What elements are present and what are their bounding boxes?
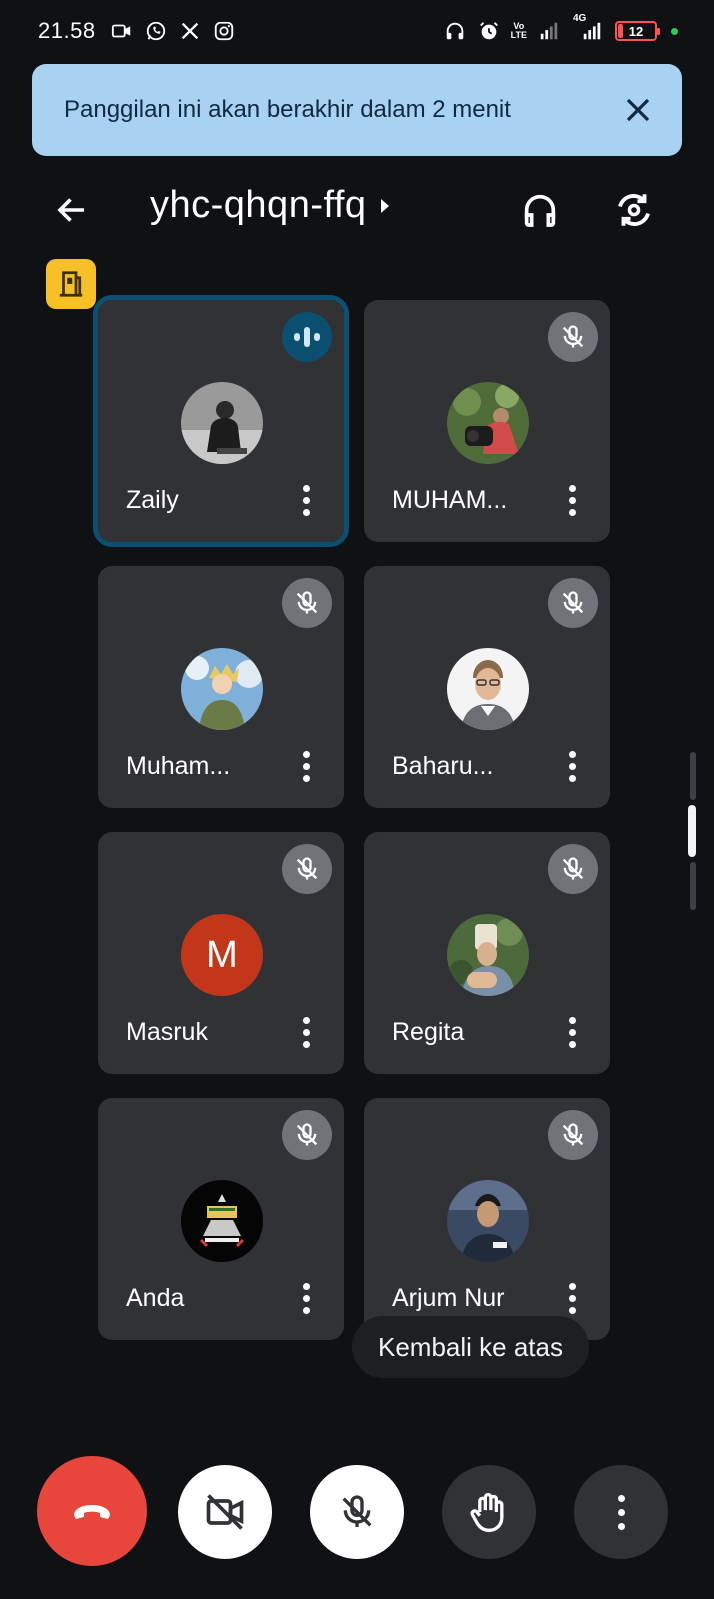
audio-output-button[interactable] <box>516 186 564 234</box>
scroll-track-lower <box>690 862 696 910</box>
participant-tile[interactable]: MUHAM... <box>364 300 610 542</box>
participant-more-button[interactable] <box>290 480 322 520</box>
headphones-icon <box>524 194 556 227</box>
participant-tile[interactable]: Arjum Nur <box>364 1098 610 1340</box>
mic-off-icon <box>282 578 332 628</box>
participant-tile[interactable]: Anda <box>98 1098 344 1340</box>
x-icon <box>178 19 202 43</box>
alarm-icon <box>477 19 501 43</box>
switch-camera-icon <box>618 194 650 226</box>
avatar <box>447 1180 529 1262</box>
scroll-track-upper <box>690 752 696 800</box>
participant-name: Muham... <box>126 752 231 780</box>
participant-more-button[interactable] <box>556 1012 588 1052</box>
avatar <box>181 382 263 464</box>
participant-more-button[interactable] <box>556 480 588 520</box>
avatar-initial: M <box>181 914 263 996</box>
mic-toggle-button[interactable] <box>310 1465 404 1559</box>
participant-name: Regita <box>392 1018 465 1046</box>
avatar <box>447 382 529 464</box>
volte-bottom: LTE <box>510 30 527 40</box>
mic-off-icon <box>548 312 598 362</box>
more-vert-icon <box>617 1494 625 1502</box>
participant-name: Masruk <box>126 1018 208 1046</box>
mic-off-icon <box>342 1495 372 1527</box>
door-icon <box>59 271 83 297</box>
participant-more-button[interactable] <box>290 1012 322 1052</box>
arrow-left-icon <box>57 198 84 222</box>
banner-close-button[interactable] <box>616 88 660 132</box>
end-call-button[interactable] <box>37 1456 147 1566</box>
back-button[interactable] <box>50 188 94 232</box>
call-controls <box>0 1456 714 1568</box>
avatar <box>181 1180 263 1262</box>
participant-more-button[interactable] <box>290 746 322 786</box>
speaking-indicator-icon <box>282 312 332 362</box>
close-icon <box>626 98 650 122</box>
avatar <box>447 648 529 730</box>
more-options-button[interactable] <box>574 1465 668 1559</box>
participant-tile[interactable]: Zaily <box>93 295 349 547</box>
participant-tile[interactable]: Muham... <box>98 566 344 808</box>
call-header: yhc-qhqn-ffq <box>0 170 714 250</box>
headphones-icon <box>443 19 467 43</box>
mic-off-icon <box>548 578 598 628</box>
battery-icon: 12 <box>615 21 660 41</box>
mic-off-icon <box>282 844 332 894</box>
banner-text: Panggilan ini akan berakhir dalam 2 meni… <box>64 96 511 123</box>
chevron-right-icon <box>380 198 389 213</box>
participant-more-button[interactable] <box>556 746 588 786</box>
participant-name: MUHAM... <box>392 486 508 514</box>
signal-icon <box>537 19 561 43</box>
signal-4g-icon: 4G <box>571 13 605 43</box>
call-ending-banner: Panggilan ini akan berakhir dalam 2 meni… <box>32 64 682 156</box>
participant-more-button[interactable] <box>556 1278 588 1318</box>
network-type: 4G <box>573 13 587 24</box>
status-bar: 21.58 Vo LTE 4G 12 <box>0 0 714 62</box>
participant-more-button[interactable] <box>290 1278 322 1318</box>
host-controls-button[interactable] <box>46 259 96 309</box>
privacy-indicator <box>671 27 678 35</box>
participant-name: Zaily <box>126 486 179 514</box>
mic-off-icon <box>548 844 598 894</box>
participant-tile[interactable]: Regita <box>364 832 610 1074</box>
meeting-code: yhc-qhqn-ffq <box>150 184 367 226</box>
status-right: Vo LTE 4G 12 <box>443 13 678 43</box>
status-time: 21.58 <box>38 18 96 43</box>
notification-icons <box>110 19 236 43</box>
camera-toggle-button[interactable] <box>178 1465 272 1559</box>
participant-name: Arjum Nur <box>392 1284 505 1312</box>
avatar: M <box>181 914 263 996</box>
hand-icon <box>470 1493 504 1532</box>
raise-hand-button[interactable] <box>442 1465 536 1559</box>
instagram-icon <box>212 19 236 43</box>
battery-level: 12 <box>628 23 644 39</box>
participant-name: Anda <box>126 1284 185 1312</box>
mic-off-icon <box>548 1110 598 1160</box>
participant-tile[interactable]: Baharu... <box>364 566 610 808</box>
avatar <box>181 648 263 730</box>
participant-tile[interactable]: M Masruk <box>98 832 344 1074</box>
camera-off-icon <box>206 1494 244 1530</box>
avatar <box>447 914 529 996</box>
switch-camera-button[interactable] <box>610 186 658 234</box>
status-left: 21.58 <box>38 18 236 44</box>
video-icon <box>110 19 134 43</box>
participant-name: Baharu... <box>392 752 494 780</box>
end-call-icon <box>74 1505 110 1519</box>
mic-off-icon <box>282 1110 332 1160</box>
meeting-code-button[interactable]: yhc-qhqn-ffq <box>150 184 389 227</box>
whatsapp-icon <box>144 19 168 43</box>
scrollbar-thumb[interactable] <box>688 805 696 857</box>
back-to-top-button[interactable]: Kembali ke atas <box>352 1316 589 1378</box>
volte-icon: Vo LTE <box>511 22 527 40</box>
